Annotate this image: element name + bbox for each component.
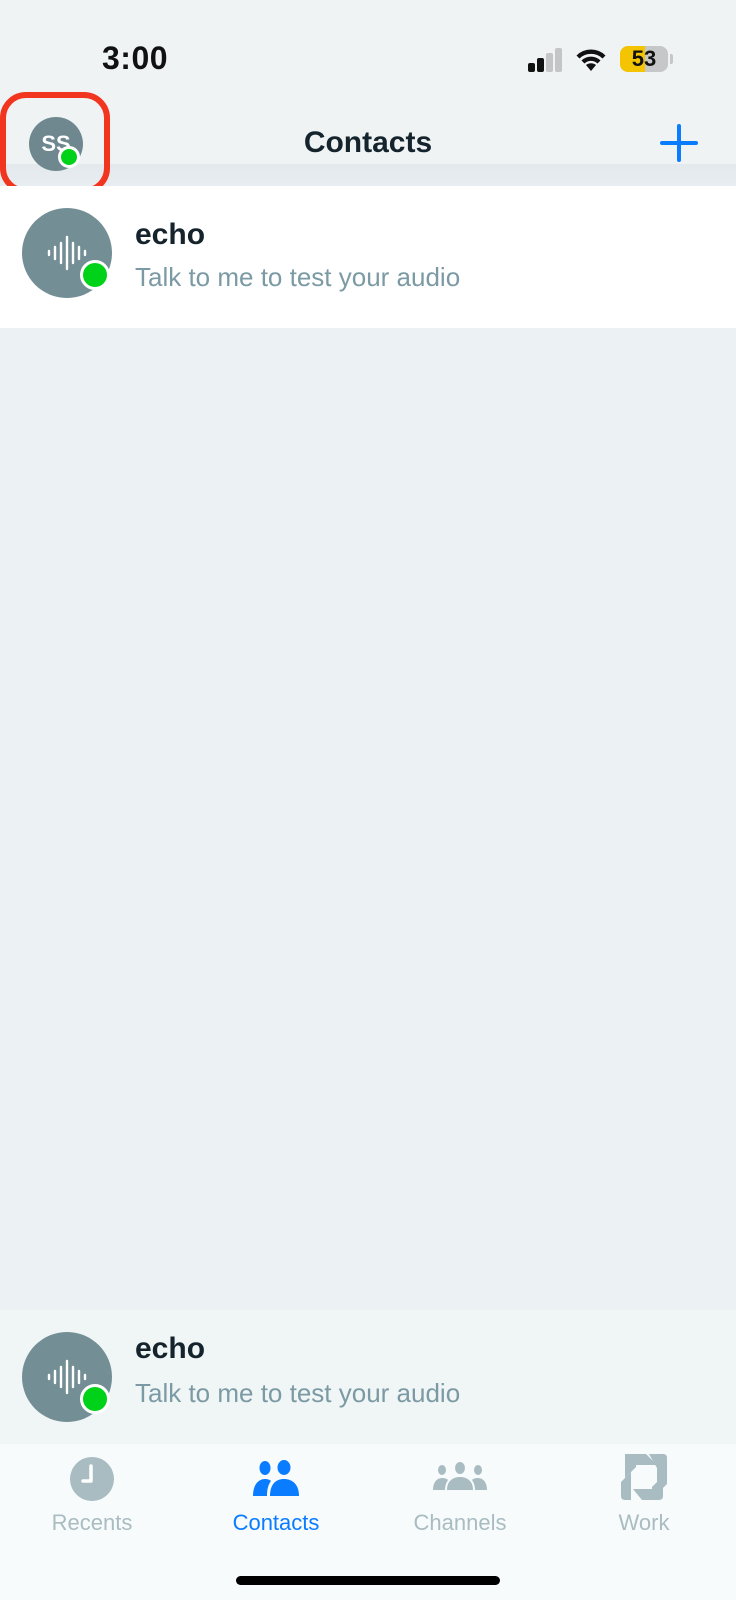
battery-level: 53 [631,46,657,71]
contact-name: echo [135,218,206,251]
tab-work[interactable]: Work [552,1444,736,1554]
tab-label: Contacts [232,1510,320,1535]
contact-status: Talk to me to test your audio [135,262,461,292]
status-time: 3:00 [102,40,169,76]
contacts-icon [253,1460,299,1496]
self-presence-indicator [58,146,80,168]
page-title: Contacts [303,126,433,159]
tab-contacts[interactable]: Contacts [184,1444,368,1554]
clock-icon [70,1457,114,1501]
active-contact-name: echo [135,1332,206,1365]
tab-channels[interactable]: Channels [368,1444,552,1554]
tab-recents[interactable]: Recents [0,1444,184,1554]
active-contact-status: Talk to me to test your audio [135,1378,461,1408]
battery-icon: 53 [620,46,668,72]
add-contact-button[interactable] [658,122,700,164]
status-bar: 3:00 53 [0,0,736,100]
home-indicator[interactable] [236,1576,500,1585]
contact-row[interactable]: echo Talk to me to test your audio [0,186,736,328]
nav-bar: Contacts [0,100,736,186]
presence-indicator [80,1384,110,1414]
tab-label: Recents [51,1510,133,1535]
wifi-icon [576,49,606,71]
presence-indicator [80,260,110,290]
work-icon [621,1454,667,1500]
tab-label: Work [618,1510,670,1535]
nav-divider [0,164,736,186]
audio-waveform-icon [47,1359,87,1395]
tab-label: Channels [413,1510,507,1535]
cellular-signal-icon [528,48,564,72]
battery-tip [670,54,673,64]
active-contact-bar[interactable]: echo Talk to me to test your audio [0,1310,736,1444]
channels-icon [433,1462,487,1490]
audio-waveform-icon [47,235,87,271]
